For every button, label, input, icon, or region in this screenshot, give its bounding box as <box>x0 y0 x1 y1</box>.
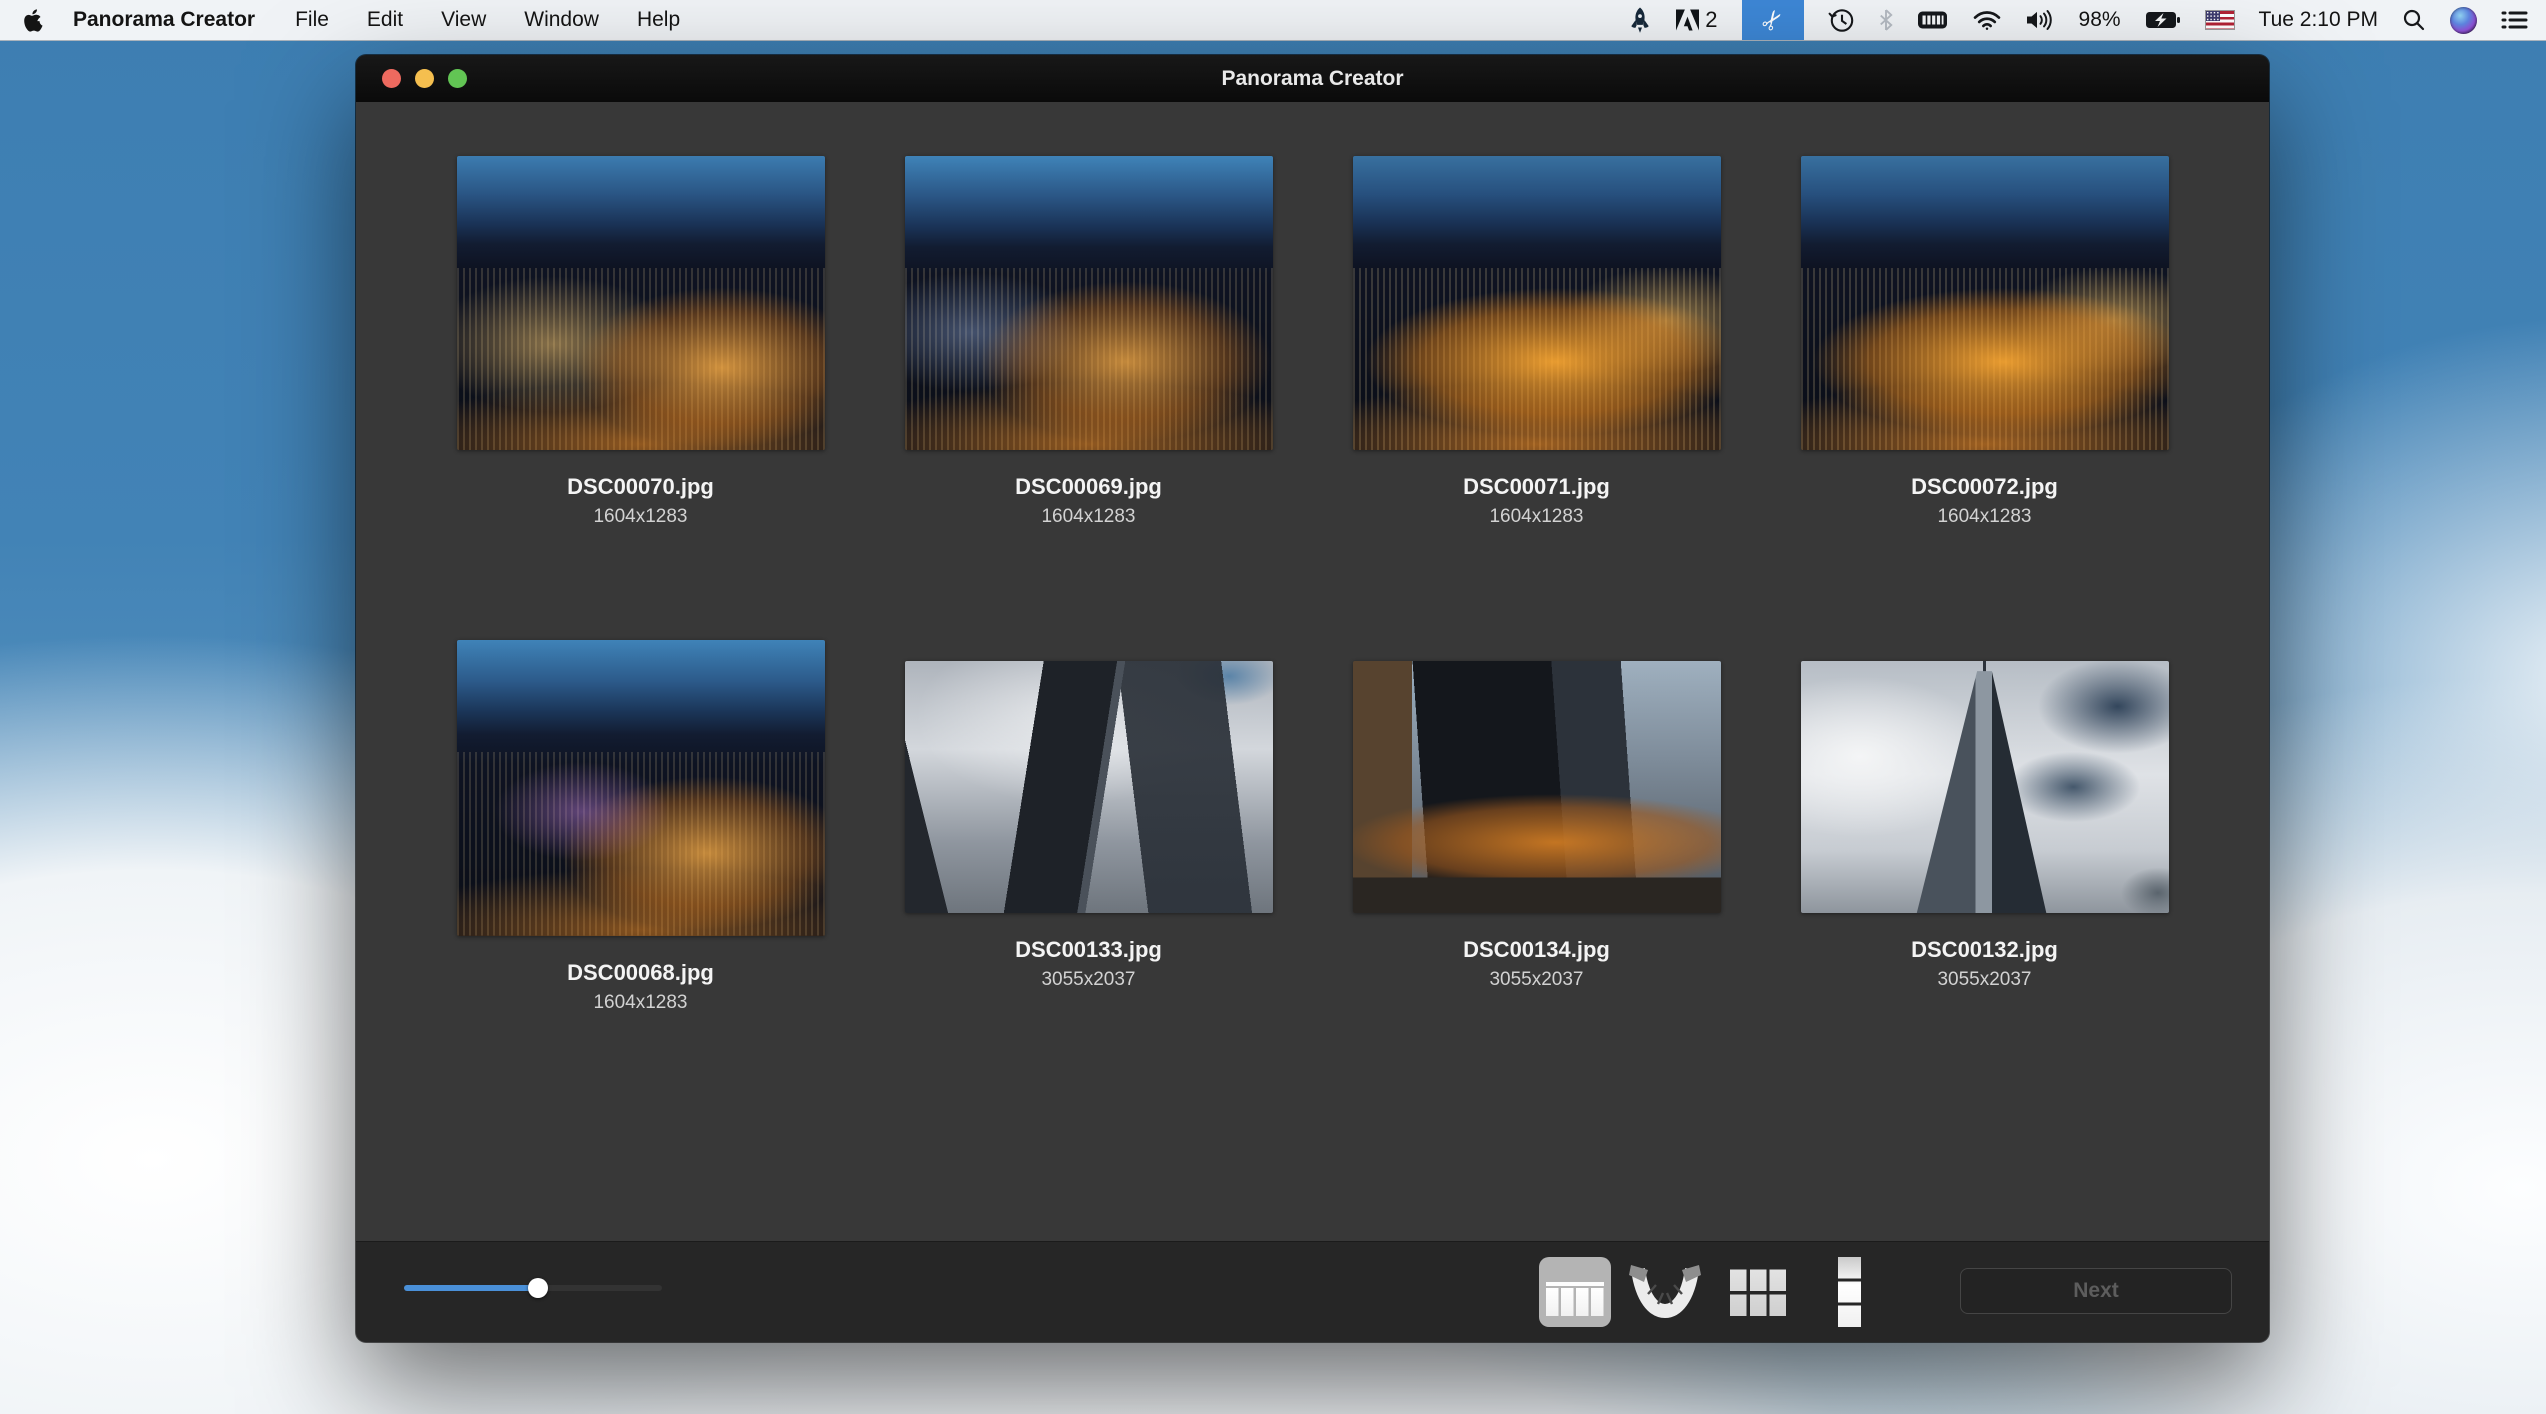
thumbnail-filename: DSC00134.jpg <box>1463 937 1610 963</box>
thumbnail-filename: DSC00071.jpg <box>1463 474 1610 500</box>
menu-help[interactable]: Help <box>637 8 680 32</box>
photo-grid: DSC00070.jpg 1604x1283 DSC00069.jpg 1604… <box>356 102 2269 1242</box>
minimize-button[interactable] <box>415 69 434 88</box>
thumbnail-cell: DSC00068.jpg 1604x1283 <box>417 572 865 1092</box>
rocket-menu-extra[interactable] <box>1628 0 1652 40</box>
menu-window[interactable]: Window <box>524 8 599 32</box>
menu-bar-left: Panorama Creator File Edit View Window H… <box>0 0 718 40</box>
volume-menu-extra[interactable] <box>2025 0 2055 40</box>
photo-thumbnail[interactable] <box>457 640 825 936</box>
scissors-menu-extra-active[interactable]: ✂ <box>1742 0 1804 40</box>
apple-icon <box>24 9 43 32</box>
thumbnail-dimensions: 1604x1283 <box>1041 506 1135 528</box>
thumbnail-dimensions: 3055x2037 <box>1041 969 1135 991</box>
menu-clock[interactable]: Tue 2:10 PM <box>2259 8 2378 32</box>
cylinder-panorama-icon <box>1628 1261 1702 1323</box>
menu-edit[interactable]: Edit <box>367 8 403 32</box>
wifi-icon <box>1973 10 2001 31</box>
spotlight-menu-extra[interactable] <box>2402 0 2426 40</box>
slider-knob[interactable] <box>528 1278 548 1298</box>
thumbnail-dimensions: 1604x1283 <box>593 506 687 528</box>
thumbnail-cell: DSC00133.jpg 3055x2037 <box>865 572 1313 1092</box>
zoom-button[interactable] <box>448 69 467 88</box>
menu-app-name[interactable]: Panorama Creator <box>73 8 255 32</box>
volume-icon <box>2025 8 2055 32</box>
menu-bar: Panorama Creator File Edit View Window H… <box>0 0 2546 41</box>
bluetooth-menu-extra[interactable] <box>1879 0 1893 40</box>
thumbnail-size-slider[interactable] <box>404 1285 662 1291</box>
time-machine-icon <box>1828 7 1855 34</box>
window-titlebar[interactable]: Panorama Creator <box>356 55 2269 102</box>
device-battery-menu-extra[interactable] <box>1917 0 1949 40</box>
rocket-icon <box>1628 7 1652 34</box>
thumbnail-filename: DSC00069.jpg <box>1015 474 1162 500</box>
wifi-menu-extra[interactable] <box>1973 0 2001 40</box>
notification-center-icon <box>2501 9 2528 31</box>
us-flag-icon[interactable] <box>2205 10 2235 30</box>
window-title: Panorama Creator <box>1221 67 1403 91</box>
thumbnail-dimensions: 1604x1283 <box>1489 506 1583 528</box>
thumbnail-dimensions: 1604x1283 <box>1937 506 2031 528</box>
panorama-creator-window: Panorama Creator DSC00070.jpg 1604x1283 … <box>356 55 2269 1342</box>
thumbnail-cell: DSC00070.jpg 1604x1283 <box>417 102 865 572</box>
battery-percent-label: 98% <box>2079 8 2121 32</box>
mode-vertical-strip-button[interactable] <box>1838 1257 1861 1327</box>
thumbnail-filename: DSC00132.jpg <box>1911 937 2058 963</box>
mode-cylinder-360-button[interactable] <box>1628 1261 1702 1323</box>
photo-thumbnail[interactable] <box>905 661 1273 913</box>
thumbnail-cell: DSC00071.jpg 1604x1283 <box>1313 102 1761 572</box>
notification-center-menu-extra[interactable] <box>2501 0 2528 40</box>
photo-thumbnail[interactable] <box>1353 156 1721 450</box>
siri-icon[interactable] <box>2450 7 2477 34</box>
thumbnail-filename: DSC00070.jpg <box>567 474 714 500</box>
scissors-icon: ✂ <box>1754 2 1792 38</box>
time-machine-menu-extra[interactable] <box>1828 0 1855 40</box>
mode-grid-mosaic-button[interactable] <box>1730 1268 1786 1316</box>
spotlight-search-icon <box>2402 8 2426 32</box>
menu-file[interactable]: File <box>295 8 329 32</box>
thumbnail-cell: DSC00072.jpg 1604x1283 <box>1761 102 2209 572</box>
close-button[interactable] <box>382 69 401 88</box>
thumbnail-filename: DSC00068.jpg <box>567 960 714 986</box>
mode-horizontal-strip-button[interactable] <box>1539 1257 1611 1327</box>
slider-fill <box>404 1285 538 1291</box>
menu-bar-status-area: 2 ✂ <box>1628 0 2546 40</box>
thumbnail-cell: DSC00134.jpg 3055x2037 <box>1313 572 1761 1092</box>
battery-menu-extra[interactable] <box>2145 0 2181 40</box>
photo-thumbnail[interactable] <box>1353 661 1721 913</box>
thumbnail-dimensions: 3055x2037 <box>1489 969 1583 991</box>
thumbnail-filename: DSC00072.jpg <box>1911 474 2058 500</box>
bottom-toolbar: Next <box>356 1241 2269 1342</box>
bluetooth-icon <box>1879 9 1893 31</box>
photo-thumbnail[interactable] <box>457 156 825 450</box>
thumbnail-dimensions: 1604x1283 <box>593 992 687 1014</box>
adobe-update-count: 2 <box>1705 7 1717 33</box>
battery-charging-icon <box>2145 10 2181 30</box>
adobe-cc-menu-extra[interactable]: 2 <box>1676 0 1717 40</box>
thumbnail-cell: DSC00069.jpg 1604x1283 <box>865 102 1313 572</box>
traffic-lights <box>382 55 467 102</box>
device-battery-icon <box>1917 8 1949 32</box>
thumbnail-filename: DSC00133.jpg <box>1015 937 1162 963</box>
menu-view[interactable]: View <box>441 8 486 32</box>
adobe-creative-cloud-icon <box>1676 9 1699 31</box>
photo-thumbnail[interactable] <box>905 156 1273 450</box>
thumbnail-dimensions: 3055x2037 <box>1937 969 2031 991</box>
thumbnail-cell: DSC00132.jpg 3055x2037 <box>1761 572 2209 1092</box>
photo-thumbnail[interactable] <box>1801 661 2169 913</box>
next-button[interactable]: Next <box>1960 1268 2232 1314</box>
photo-thumbnail[interactable] <box>1801 156 2169 450</box>
apple-menu[interactable] <box>24 9 43 32</box>
